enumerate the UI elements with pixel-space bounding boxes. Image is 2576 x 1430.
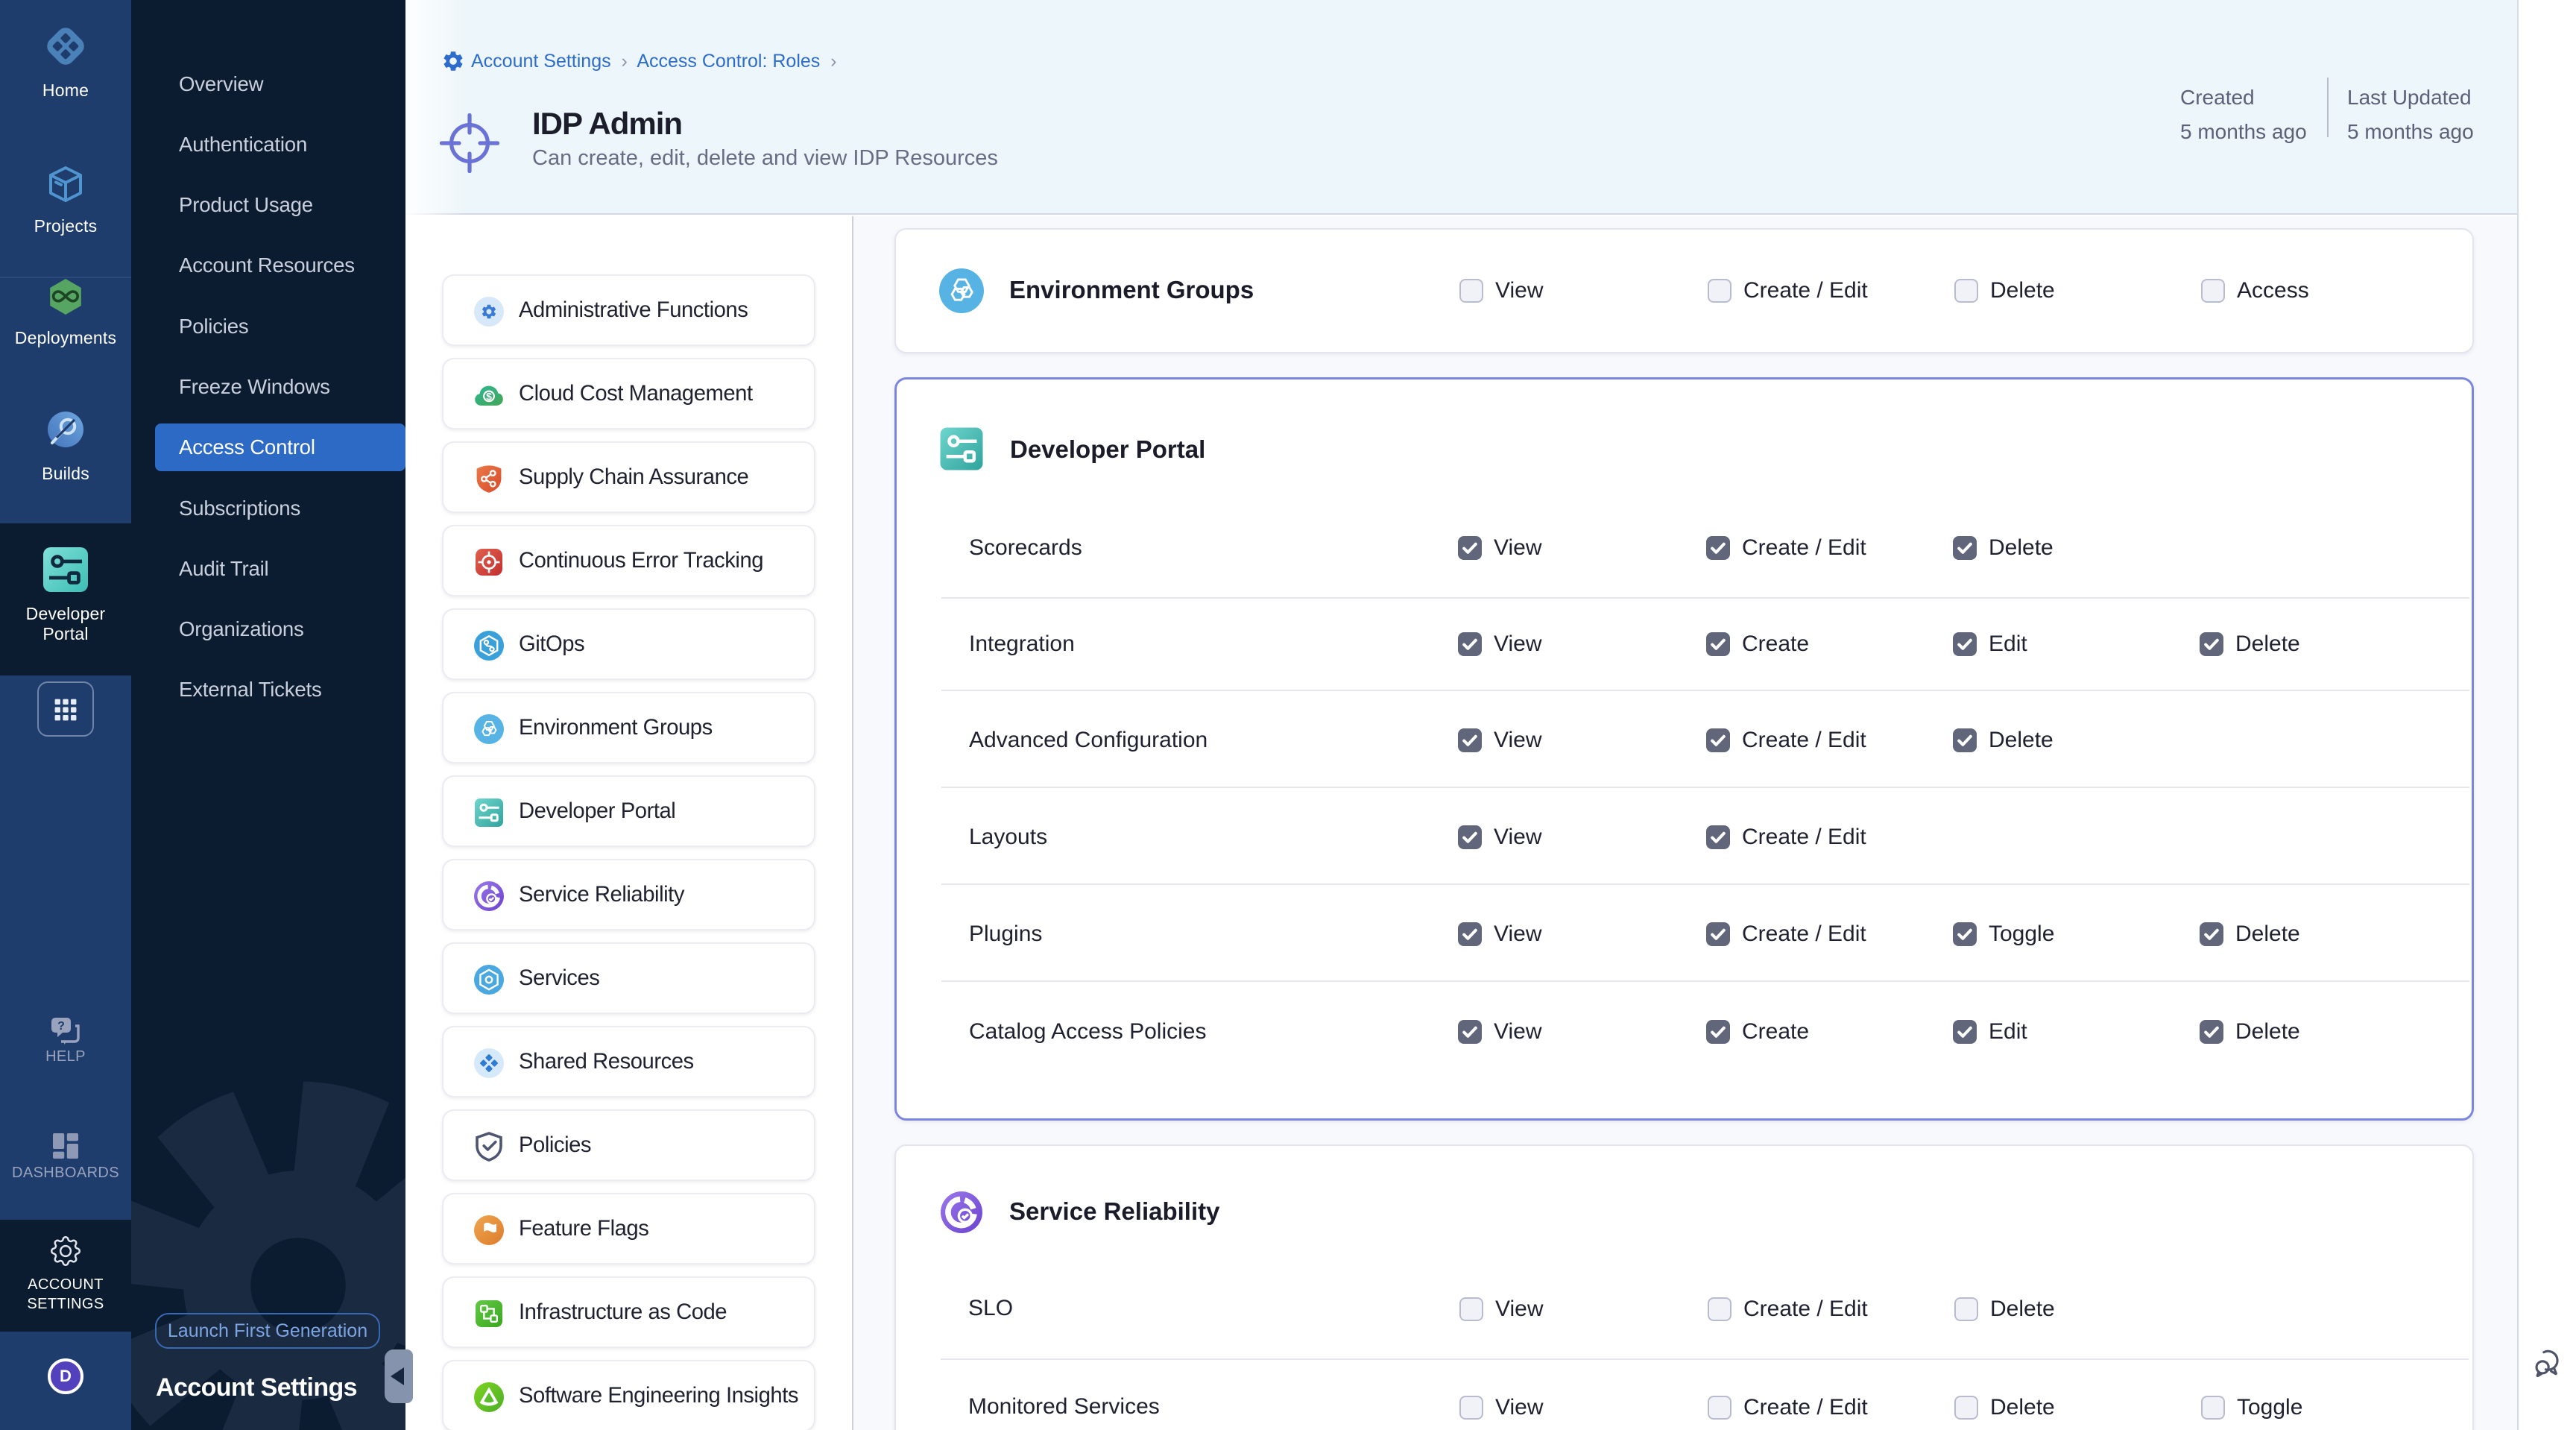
svg-text:$: $	[486, 390, 492, 402]
svg-text:?: ?	[57, 1020, 65, 1033]
